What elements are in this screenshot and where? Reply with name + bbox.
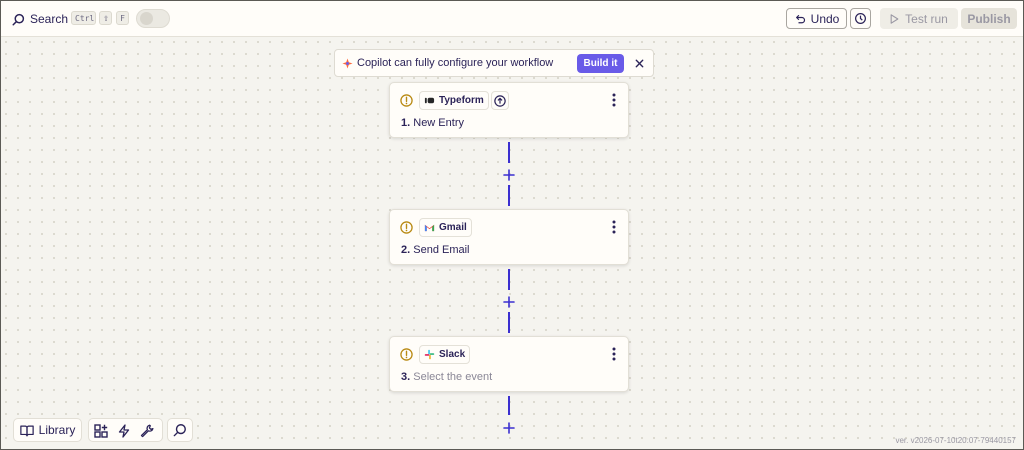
warning-icon [400,221,413,234]
shortcut-key-shift: ⇧ [99,11,112,25]
more-vertical-icon[interactable] [609,92,619,108]
step-card-typeform[interactable]: Typeform 1. New Entry [389,82,629,138]
warning-icon [400,94,413,107]
connector-line [508,185,510,206]
more-vertical-icon[interactable] [609,346,619,362]
warning-icon [400,348,413,361]
more-vertical-icon[interactable] [609,219,619,235]
add-step-button[interactable] [503,421,515,434]
toggle-knob [140,12,153,25]
app-chip-gmail[interactable]: Gmail [419,218,472,237]
undo-icon [795,14,805,23]
step-title: 2. Send Email [401,244,470,256]
connector-line [508,142,510,163]
app-chip-typeform[interactable]: Typeform [419,91,489,110]
step-title: 3. Select the event [401,371,492,383]
app-name: Typeform [439,95,484,106]
step-event: New Entry [413,117,464,129]
add-step-button[interactable] [503,295,515,308]
search-button[interactable]: Search [12,9,68,29]
search-label: Search [30,12,69,26]
app-name: Gmail [439,222,467,233]
search-icon [173,424,186,437]
step-event-placeholder: Select the event [413,371,493,383]
copilot-banner-text: Copilot can fully configure your workflo… [357,57,554,69]
version-label: ver. v2026-07-10t20:07-79440157 [895,436,1016,445]
connector-line [508,269,510,290]
canvas-tools [88,418,163,442]
close-icon[interactable] [634,58,645,69]
test-run-label: Test run [905,11,948,26]
wrench-icon[interactable] [140,424,154,438]
step-number: 3. [401,371,411,383]
change-app-button[interactable] [491,91,509,110]
app-name: Slack [439,349,466,360]
play-icon [890,13,899,24]
undo-button[interactable]: Undo [786,8,847,29]
step-card-gmail[interactable]: Gmail 2. Send Email [389,209,629,265]
top-bar: Search Ctrl ⇧ F Undo Test run Publish [0,0,1024,37]
build-it-button[interactable]: Build it [577,54,624,73]
step-number: 1. [401,117,411,129]
plus-icon [503,422,515,434]
step-card-slack[interactable]: Slack 3. Select the event [389,336,629,392]
publish-label: Publish [967,11,1011,26]
plus-icon [503,296,515,308]
add-apps-icon[interactable] [94,424,108,438]
lightning-icon[interactable] [117,424,131,438]
copilot-sparkle-icon [342,58,353,69]
shortcut-key-f: F [116,11,129,25]
test-run-button[interactable]: Test run [880,8,958,29]
step-title: 1. New Entry [401,117,464,129]
upload-circle-icon [494,94,506,107]
search-icon [12,13,25,26]
connector-line [508,312,510,333]
version-history-button[interactable] [850,8,871,29]
publish-button[interactable]: Publish [961,8,1017,29]
history-clock-icon [855,13,866,24]
canvas-search-button[interactable] [167,418,193,442]
step-number: 2. [401,244,411,256]
shortcut-key-ctrl: Ctrl [71,11,96,25]
copilot-banner: Copilot can fully configure your workflo… [334,49,654,77]
book-open-icon [19,425,34,436]
app-chip-slack[interactable]: Slack [419,345,471,364]
connector-line [508,396,510,415]
gmail-icon [424,224,435,232]
library-label: Library [38,423,76,437]
add-step-button[interactable] [503,168,515,181]
step-event: Send Email [413,244,470,256]
plus-icon [503,169,515,181]
toggle-switch[interactable] [136,9,170,28]
slack-icon [424,349,435,360]
typeform-icon [424,97,435,104]
library-button[interactable]: Library [13,418,82,442]
undo-label: Undo [810,11,840,26]
